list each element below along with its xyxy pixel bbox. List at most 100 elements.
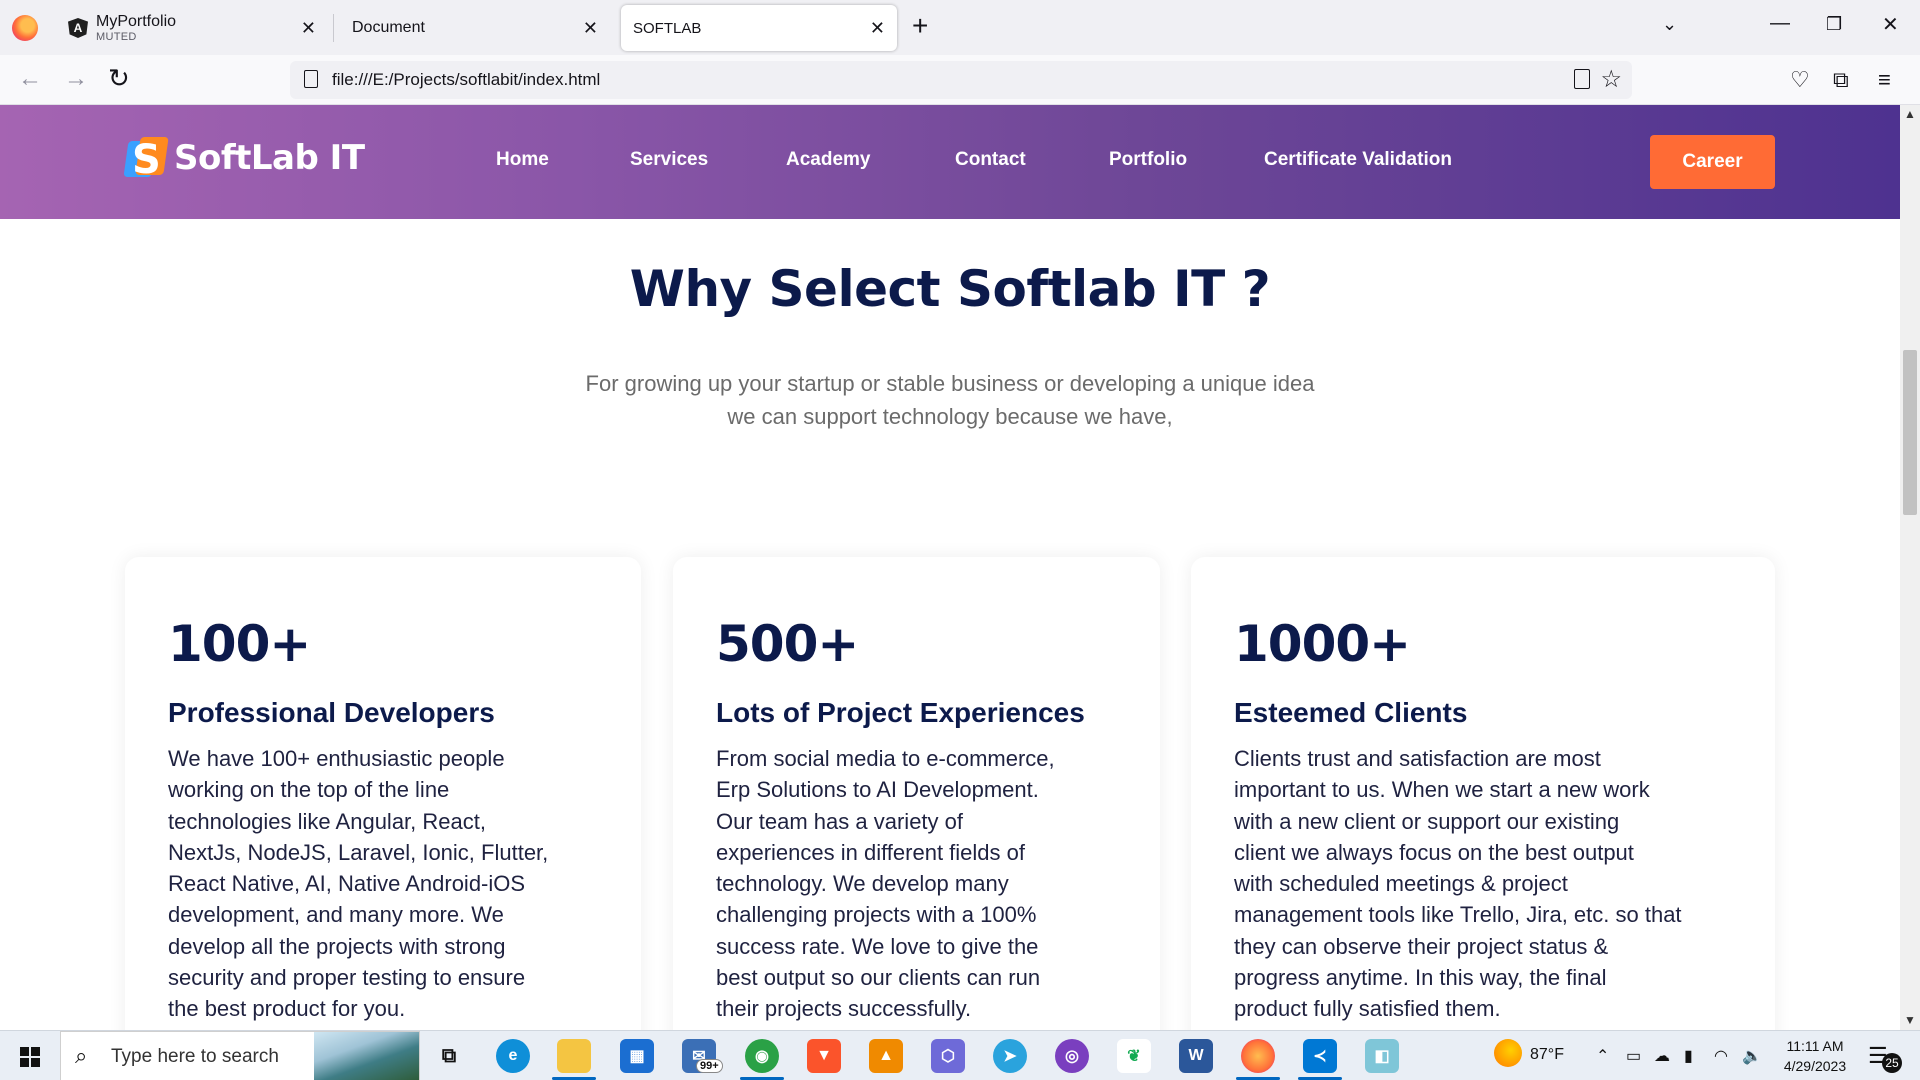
minimize-icon[interactable]: — [1770, 12, 1790, 35]
notes-app-icon[interactable]: ◧ [1365, 1039, 1399, 1073]
feature-card-clients: 1000+ Esteemed Clients Clients trust and… [1191, 557, 1775, 1030]
nav-contact[interactable]: Contact [955, 149, 1026, 171]
browser-nav-bar: ← → ↻ file:///E:/Projects/softlabit/inde… [0, 55, 1920, 105]
firefox-menu-icon[interactable] [12, 15, 38, 41]
firefox-icon[interactable] [1241, 1039, 1275, 1073]
tab-document[interactable]: Document ✕ [338, 5, 610, 51]
extensions-icon[interactable]: ⧉ [1833, 67, 1849, 93]
nav-certificate-validation[interactable]: Certificate Validation [1264, 149, 1452, 171]
card-line: challenging projects with a 100% [716, 902, 1037, 928]
vlc-icon[interactable]: ▲ [869, 1039, 903, 1073]
search-icon: ⌕ [75, 1043, 88, 1068]
wifi-icon[interactable]: ◠ [1714, 1046, 1728, 1066]
tab-title: Document [352, 19, 425, 36]
card-line: technology. We develop many [716, 871, 1009, 897]
url-text[interactable]: file:///E:/Projects/softlabit/index.html [332, 70, 600, 90]
chrome-icon[interactable]: ◉ [745, 1039, 779, 1073]
tab-softlab[interactable]: SOFTLAB ✕ [621, 5, 897, 51]
card-line: with scheduled meetings & project [1234, 871, 1568, 897]
card-count: 1000+ [1234, 615, 1411, 673]
brand-name: SoftLab IT [174, 138, 365, 178]
close-window-icon[interactable]: ✕ [1882, 12, 1899, 37]
card-line: develop all the projects with strong [168, 933, 506, 959]
battery-icon[interactable]: ▮ [1684, 1046, 1693, 1066]
angular-icon: A [68, 18, 88, 38]
card-line: product fully satisfied them. [1234, 996, 1501, 1022]
page-scrollbar[interactable]: ▲ ▼ [1900, 105, 1920, 1030]
card-line: development, and many more. We [168, 902, 504, 928]
edge-icon[interactable]: e [496, 1039, 530, 1073]
card-description: Clients trust and satisfaction are most … [1234, 743, 1682, 1025]
reload-icon[interactable]: ↻ [108, 63, 130, 94]
card-line: We have 100+ enthusiastic people [168, 746, 505, 771]
word-icon[interactable]: W [1179, 1039, 1213, 1073]
restore-icon[interactable]: ❐ [1826, 14, 1842, 35]
section-title: Why Select Softlab IT ? [629, 260, 1271, 318]
card-line: progress anytime. In this way, the final [1234, 965, 1607, 991]
notification-count: 25 [1882, 1053, 1902, 1073]
task-view-icon[interactable]: ⧉ [432, 1039, 466, 1073]
microsoft-store-icon[interactable]: ▦ [620, 1039, 654, 1073]
card-title: Lots of Project Experiences [716, 697, 1085, 728]
pocket-icon[interactable]: ♡ [1790, 67, 1810, 93]
weather-icon[interactable] [1494, 1039, 1522, 1067]
feature-card-projects: 500+ Lots of Project Experiences From so… [673, 557, 1160, 1030]
weather-temp[interactable]: 87°F [1530, 1046, 1564, 1064]
nav-academy[interactable]: Academy [786, 149, 871, 171]
close-tab-icon[interactable]: ✕ [301, 18, 316, 39]
tab-title: MyPortfolio [96, 13, 177, 30]
page-viewport: S SoftLab IT Home Services Academy Conta… [0, 105, 1900, 1030]
subtitle-line: For growing up your startup or stable bu… [585, 371, 1315, 396]
system-clock[interactable]: 11:11 AM 4/29/2023 [1770, 1036, 1860, 1076]
card-line: experiences in different fields of [716, 839, 1025, 865]
telegram-icon[interactable]: ➤ [993, 1039, 1027, 1073]
tab-myportfolio[interactable]: A MyPortfolio MUTED ✕ [56, 5, 328, 51]
brand-logo[interactable]: S SoftLab IT [123, 135, 365, 183]
scroll-down-icon[interactable]: ▼ [1904, 1013, 1916, 1027]
chevron-down-icon[interactable]: ⌄ [1662, 14, 1677, 35]
card-line: the best product for you. [168, 996, 406, 1022]
file-explorer-icon[interactable] [557, 1039, 591, 1073]
volume-icon[interactable]: 🔈 [1742, 1046, 1762, 1066]
nav-home[interactable]: Home [496, 149, 549, 171]
card-line: important to us. When we start a new wor… [1234, 777, 1650, 803]
search-placeholder: Type here to search [111, 1046, 279, 1067]
app-hexagon-icon[interactable]: ⬡ [931, 1039, 965, 1073]
url-bar[interactable]: file:///E:/Projects/softlabit/index.html… [290, 61, 1632, 99]
notifications-icon[interactable]: ☰ 25 [1868, 1043, 1902, 1073]
clock-date: 4/29/2023 [1783, 1058, 1847, 1074]
card-description: From social media to e-commerce, Erp Sol… [716, 743, 1055, 1025]
tab-title: SOFTLAB [633, 19, 702, 37]
nav-portfolio[interactable]: Portfolio [1109, 149, 1187, 171]
card-line: working on the top of the line [168, 777, 450, 803]
card-line: success rate. We love to give the [716, 933, 1039, 959]
brave-icon[interactable]: ▼ [807, 1039, 841, 1073]
chevron-up-icon[interactable]: ⌃ [1596, 1046, 1609, 1066]
reader-view-icon[interactable] [1574, 69, 1590, 89]
mongodb-compass-icon[interactable]: ❦ [1117, 1039, 1151, 1073]
card-count: 500+ [716, 615, 859, 673]
new-tab-icon[interactable]: + [912, 10, 928, 42]
card-line: Our team has a variety of [716, 808, 963, 834]
close-tab-icon[interactable]: ✕ [870, 18, 885, 39]
github-desktop-icon[interactable]: ◎ [1055, 1039, 1089, 1073]
windows-start-icon[interactable] [20, 1047, 40, 1067]
nav-services[interactable]: Services [630, 149, 708, 171]
career-button[interactable]: Career [1650, 135, 1775, 189]
card-line: From social media to e-commerce, [716, 746, 1055, 771]
onedrive-icon[interactable]: ☁ [1654, 1046, 1670, 1066]
bookmark-star-icon[interactable]: ☆ [1600, 65, 1622, 94]
scroll-up-icon[interactable]: ▲ [1904, 107, 1916, 121]
forward-icon[interactable]: → [64, 65, 88, 93]
card-title: Professional Developers [168, 697, 495, 728]
tab-separator [333, 14, 334, 42]
camera-icon[interactable]: ▭ [1626, 1046, 1641, 1066]
card-line: security and proper testing to ensure [168, 965, 526, 991]
scroll-thumb[interactable] [1903, 350, 1917, 515]
menu-icon[interactable]: ≡ [1878, 67, 1891, 93]
taskbar-search[interactable]: ⌕ Type here to search [60, 1031, 420, 1080]
close-tab-icon[interactable]: ✕ [583, 18, 598, 39]
browser-tab-bar: A MyPortfolio MUTED ✕ Document ✕ SOFTLAB… [0, 0, 1920, 55]
back-icon[interactable]: ← [18, 65, 42, 93]
vscode-icon[interactable]: ≺ [1303, 1039, 1337, 1073]
